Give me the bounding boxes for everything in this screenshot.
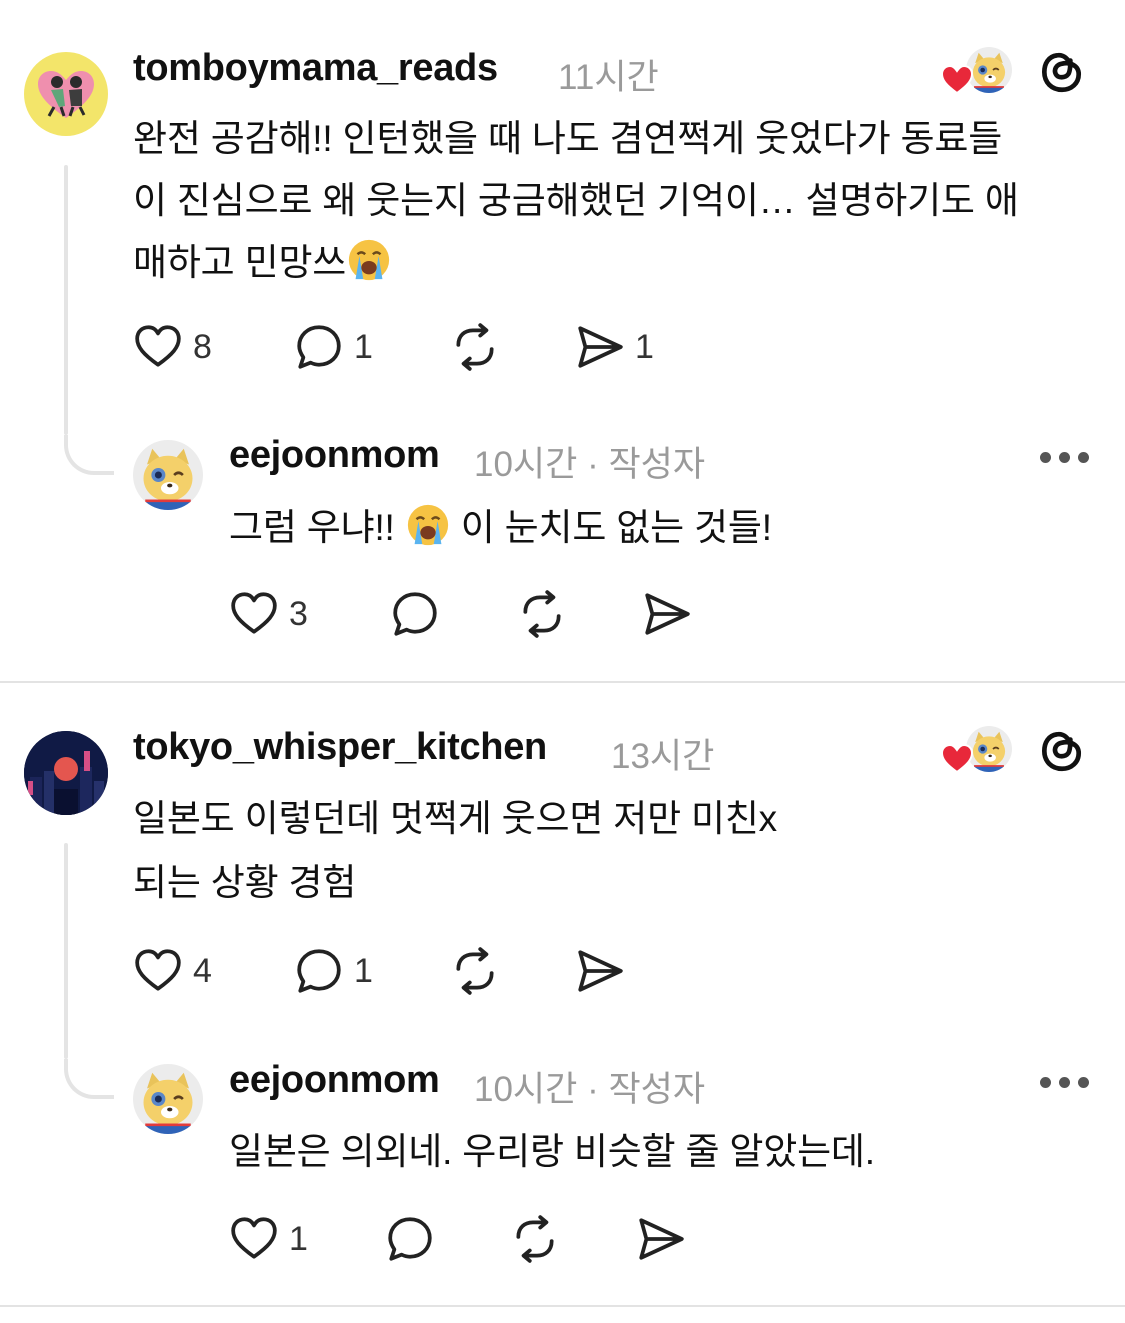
heart-icon [229, 1214, 279, 1264]
avatar-eejoonmom[interactable] [133, 440, 203, 510]
repost-icon [450, 946, 500, 996]
like-count: 8 [193, 327, 212, 366]
avatar-eejoonmom[interactable] [133, 1064, 203, 1134]
crying-emoji-icon [405, 502, 451, 548]
share-count: 1 [635, 327, 654, 366]
reply-like-button[interactable]: 3 [229, 589, 308, 639]
heart-icon [133, 946, 183, 996]
share-icon [636, 1214, 686, 1264]
reply-repost-button[interactable] [510, 1214, 560, 1264]
comment-icon [385, 1214, 435, 1264]
repost-button[interactable] [450, 946, 500, 996]
reply-count: 1 [354, 327, 373, 366]
more-icon-dot [1059, 452, 1070, 463]
share-icon [575, 322, 625, 372]
more-icon-dot [1078, 452, 1089, 463]
like-count: 1 [289, 1219, 308, 1258]
comment-icon [390, 589, 440, 639]
reply-like-button[interactable]: 1 [229, 1214, 308, 1264]
reply-meta: 10시간 · 작성자 [474, 436, 705, 487]
reply-text-before: 그럼 우냐!! [229, 507, 405, 548]
comment-line: 이 진심으로 왜 웃는지 궁금해했던 기억이… 설명하기도 애 [133, 180, 1019, 221]
like-count: 4 [193, 951, 212, 990]
timestamp: 11시간 [558, 58, 659, 97]
reply-repost-button[interactable] [517, 589, 567, 639]
reply-meta: 10시간 · 작성자 [474, 1061, 705, 1112]
reply-share-button[interactable] [642, 589, 692, 639]
divider [0, 681, 1125, 683]
reply-timestamp: 10시간 [474, 1070, 578, 1109]
thread-line [64, 843, 68, 1059]
comment-line: 일본도 이렇던데 멋쩍게 웃으면 저만 미친x [133, 798, 777, 839]
comment-line-text: 매하고 민망쓰 [133, 242, 347, 283]
comment-line: 되는 상황 경험 [133, 862, 357, 903]
liked-by-author-indicator [940, 724, 1020, 776]
reply-reply-button[interactable] [390, 589, 440, 639]
repost-button[interactable] [450, 322, 500, 372]
divider [0, 1305, 1125, 1307]
reply-username[interactable]: eejoonmom [229, 1059, 440, 1102]
more-icon [1040, 452, 1051, 463]
author-label: · 작성자 [587, 1070, 706, 1109]
more-icon [1040, 1077, 1051, 1088]
share-icon [642, 589, 692, 639]
crying-emoji-icon [346, 237, 392, 283]
reply-text: 일본은 의외네. 우리랑 비슷할 줄 알았는데. [229, 1131, 875, 1172]
more-icon-dot [1078, 1077, 1089, 1088]
comment-line: 완전 공감해!! 인턴했을 때 나도 겸연쩍게 웃었다가 동료들 [133, 118, 1003, 159]
avatar-tokyo-whisper-kitchen[interactable] [24, 731, 108, 815]
thread-connector [64, 435, 114, 475]
liked-by-author-indicator [940, 45, 1020, 97]
comment-icon [294, 946, 344, 996]
thread-connector [64, 1059, 114, 1099]
reply-button[interactable]: 1 [294, 322, 373, 372]
reply-username[interactable]: eejoonmom [229, 434, 440, 477]
threads-logo-icon[interactable] [1036, 46, 1086, 96]
reply-share-button[interactable] [636, 1214, 686, 1264]
like-button[interactable]: 4 [133, 946, 212, 996]
share-button[interactable] [575, 946, 625, 996]
share-icon [575, 946, 625, 996]
share-button[interactable]: 1 [575, 322, 654, 372]
username[interactable]: tomboymama_reads [133, 47, 498, 90]
reply-text: 그럼 우냐!! 이 눈치도 없는 것들! [229, 497, 772, 559]
reply-text-after: 이 눈치도 없는 것들! [450, 507, 772, 548]
avatar-tomboymama[interactable] [24, 52, 108, 136]
thread-line [64, 165, 68, 435]
timestamp: 13시간 [611, 737, 715, 776]
heart-icon [229, 589, 279, 639]
comment-icon [294, 322, 344, 372]
repost-icon [510, 1214, 560, 1264]
heart-icon [133, 322, 183, 372]
like-button[interactable]: 8 [133, 322, 212, 372]
reply-reply-button[interactable] [385, 1214, 435, 1264]
repost-icon [450, 322, 500, 372]
more-options-button[interactable] [1040, 1077, 1089, 1088]
more-options-button[interactable] [1040, 452, 1089, 463]
threads-logo-icon[interactable] [1036, 725, 1086, 775]
reply-timestamp: 10시간 [474, 445, 578, 484]
more-icon-dot [1059, 1077, 1070, 1088]
repost-icon [517, 589, 567, 639]
like-count: 3 [289, 594, 308, 633]
reply-count: 1 [354, 951, 373, 990]
author-label: · 작성자 [587, 445, 706, 484]
username[interactable]: tokyo_whisper_kitchen [133, 726, 547, 769]
reply-button[interactable]: 1 [294, 946, 373, 996]
comment-line-last: 매하고 민망쓰 [133, 232, 392, 294]
